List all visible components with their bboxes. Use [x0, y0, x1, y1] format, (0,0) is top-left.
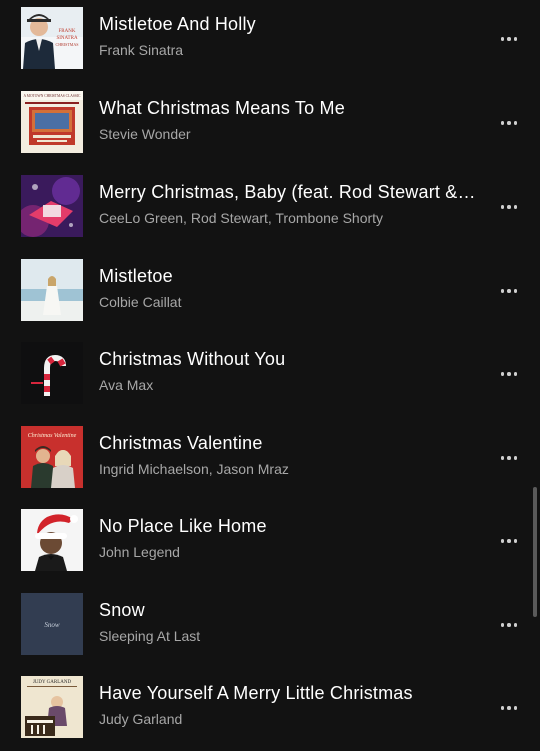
track-title: Christmas Without You	[99, 349, 286, 369]
track-title: What Christmas Means To Me	[99, 98, 345, 118]
album-art-text: SINATRA	[56, 36, 78, 41]
more-options-icon[interactable]	[492, 531, 526, 551]
track-row[interactable]: No Place Like Home John Legend	[0, 509, 540, 573]
track-meta: Christmas Without You Ava Max	[99, 342, 479, 404]
album-art-santa-hat[interactable]	[21, 509, 83, 571]
more-options-icon[interactable]	[492, 113, 526, 133]
more-options-icon[interactable]	[492, 364, 526, 384]
track-row[interactable]: A MOTOWN CHRISTMAS CLASSIC What Christma…	[0, 91, 540, 155]
track-title: Snow	[99, 600, 145, 620]
track-meta: Christmas Valentine Ingrid Michaelson, J…	[99, 426, 479, 488]
track-meta: Mistletoe Colbie Caillat	[99, 259, 479, 321]
track-artist: Sleeping At Last	[99, 628, 201, 644]
track-title: Christmas Valentine	[99, 433, 263, 453]
track-artist: Ingrid Michaelson, Jason Mraz	[99, 461, 289, 477]
album-art-snow[interactable]: Snow	[21, 593, 83, 655]
more-options-icon[interactable]	[492, 698, 526, 718]
album-art-valentine[interactable]: Christmas Valentine	[21, 426, 83, 488]
track-artist: Judy Garland	[99, 711, 183, 727]
track-row[interactable]: Christmas Without You Ava Max	[0, 342, 540, 406]
track-meta: What Christmas Means To Me Stevie Wonder	[99, 91, 479, 153]
track-row[interactable]: Mistletoe Colbie Caillat	[0, 259, 540, 323]
track-artist: Ava Max	[99, 377, 154, 393]
track-meta: Mistletoe And Holly Frank Sinatra	[99, 7, 479, 69]
album-art-text: Snow	[44, 621, 60, 629]
track-artist: John Legend	[99, 544, 180, 560]
album-art-candy-cane[interactable]	[21, 342, 83, 404]
track-title: Mistletoe	[99, 266, 173, 286]
track-title: No Place Like Home	[99, 516, 267, 536]
track-row[interactable]: Snow Snow Sleeping At Last	[0, 593, 540, 657]
album-art-text: FRANK	[59, 29, 76, 34]
track-row[interactable]: Merry Christmas, Baby (feat. Rod Stewart…	[0, 175, 540, 239]
album-art-ceelo[interactable]	[21, 175, 83, 237]
more-options-icon[interactable]	[492, 29, 526, 49]
more-options-icon[interactable]	[492, 448, 526, 468]
track-title: Have Yourself A Merry Little Christmas	[99, 683, 413, 703]
track-meta: Have Yourself A Merry Little Christmas J…	[99, 676, 479, 738]
track-row[interactable]: JUDY GARLAND Have Yourself A Merry Littl…	[0, 676, 540, 740]
more-options-icon[interactable]	[492, 615, 526, 635]
track-artist: Frank Sinatra	[99, 42, 184, 58]
album-art-judy-garland[interactable]: JUDY GARLAND	[21, 676, 83, 738]
album-art-text: CHRISTMAS	[56, 42, 79, 47]
track-row[interactable]: FRANK SINATRA CHRISTMAS Mistletoe And Ho…	[0, 7, 540, 71]
album-art-text: Christmas Valentine	[28, 433, 77, 439]
scrollbar-thumb[interactable]	[533, 487, 537, 617]
track-artist: Stevie Wonder	[99, 126, 191, 142]
album-art-text: JUDY GARLAND	[33, 680, 72, 685]
album-art-text: A MOTOWN CHRISTMAS CLASSIC	[24, 94, 82, 98]
album-art-motown-christmas[interactable]: A MOTOWN CHRISTMAS CLASSIC	[21, 91, 83, 153]
album-art-colbie[interactable]	[21, 259, 83, 321]
track-row[interactable]: Christmas Valentine Christmas Valentine …	[0, 426, 540, 490]
track-meta: No Place Like Home John Legend	[99, 509, 479, 571]
more-options-icon[interactable]	[492, 281, 526, 301]
track-title: Merry Christmas, Baby (feat. Rod Stewart…	[99, 182, 479, 202]
track-artist: CeeLo Green, Rod Stewart, Trombone Short…	[99, 210, 384, 226]
more-options-icon[interactable]	[492, 197, 526, 217]
track-artist: Colbie Caillat	[99, 294, 182, 310]
album-art-frank-sinatra[interactable]: FRANK SINATRA CHRISTMAS	[21, 7, 83, 69]
track-meta: Snow Sleeping At Last	[99, 593, 479, 655]
track-meta: Merry Christmas, Baby (feat. Rod Stewart…	[99, 175, 479, 237]
track-title: Mistletoe And Holly	[99, 14, 256, 34]
